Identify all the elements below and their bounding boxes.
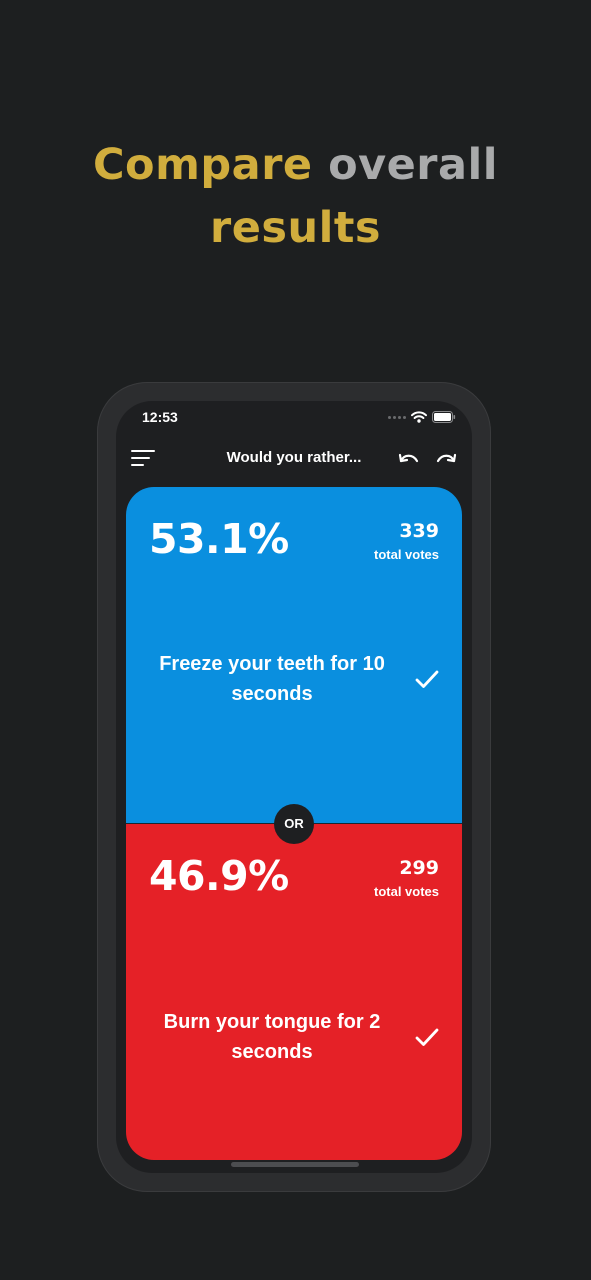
option-b-percent: 46.9%	[149, 852, 289, 900]
menu-button[interactable]	[131, 447, 157, 471]
undo-button[interactable]	[397, 448, 421, 470]
or-badge: OR	[274, 804, 314, 844]
option-a-votes-count: 339	[399, 520, 439, 542]
redo-button[interactable]	[434, 448, 458, 470]
checkmark-icon	[415, 1028, 439, 1046]
cellular-signal-icon	[388, 415, 406, 419]
option-b-votes-count: 299	[399, 857, 439, 879]
home-indicator[interactable]	[231, 1162, 359, 1167]
option-b-panel[interactable]: 46.9% 299 total votes Burn your tongue f…	[126, 824, 462, 1160]
headline-word-overall: overall	[328, 140, 498, 190]
app-title: Would you rather...	[226, 449, 362, 466]
option-b-text: Burn your tongue for 2 seconds	[163, 1011, 381, 1063]
battery-icon	[432, 411, 456, 423]
option-a-text: Freeze your teeth for 10 seconds	[159, 653, 385, 705]
status-icons	[388, 411, 456, 423]
status-time: 12:53	[142, 409, 178, 425]
app-header: Would you rather...	[116, 441, 472, 479]
redo-icon	[436, 453, 457, 463]
headline-line-2: results	[0, 197, 591, 260]
option-a-panel[interactable]: 53.1% 339 total votes Freeze your teeth …	[126, 487, 462, 824]
checkmark-icon	[415, 670, 439, 688]
option-b-votes-label: total votes	[373, 884, 439, 899]
headline-line-1: Compare overall	[0, 134, 591, 197]
headline-word-compare: Compare	[93, 140, 313, 190]
option-a-percent: 53.1%	[149, 515, 289, 563]
phone-frame: 12:53 Would you rather... 53.1% 339 tota…	[97, 382, 491, 1192]
headline: Compare overall results	[0, 134, 591, 260]
undo-icon	[398, 453, 419, 463]
option-a-votes-label: total votes	[373, 547, 439, 562]
headline-word-results: results	[210, 203, 381, 253]
wifi-icon	[411, 411, 427, 423]
phone-screen: 12:53 Would you rather... 53.1% 339 tota…	[116, 401, 472, 1173]
